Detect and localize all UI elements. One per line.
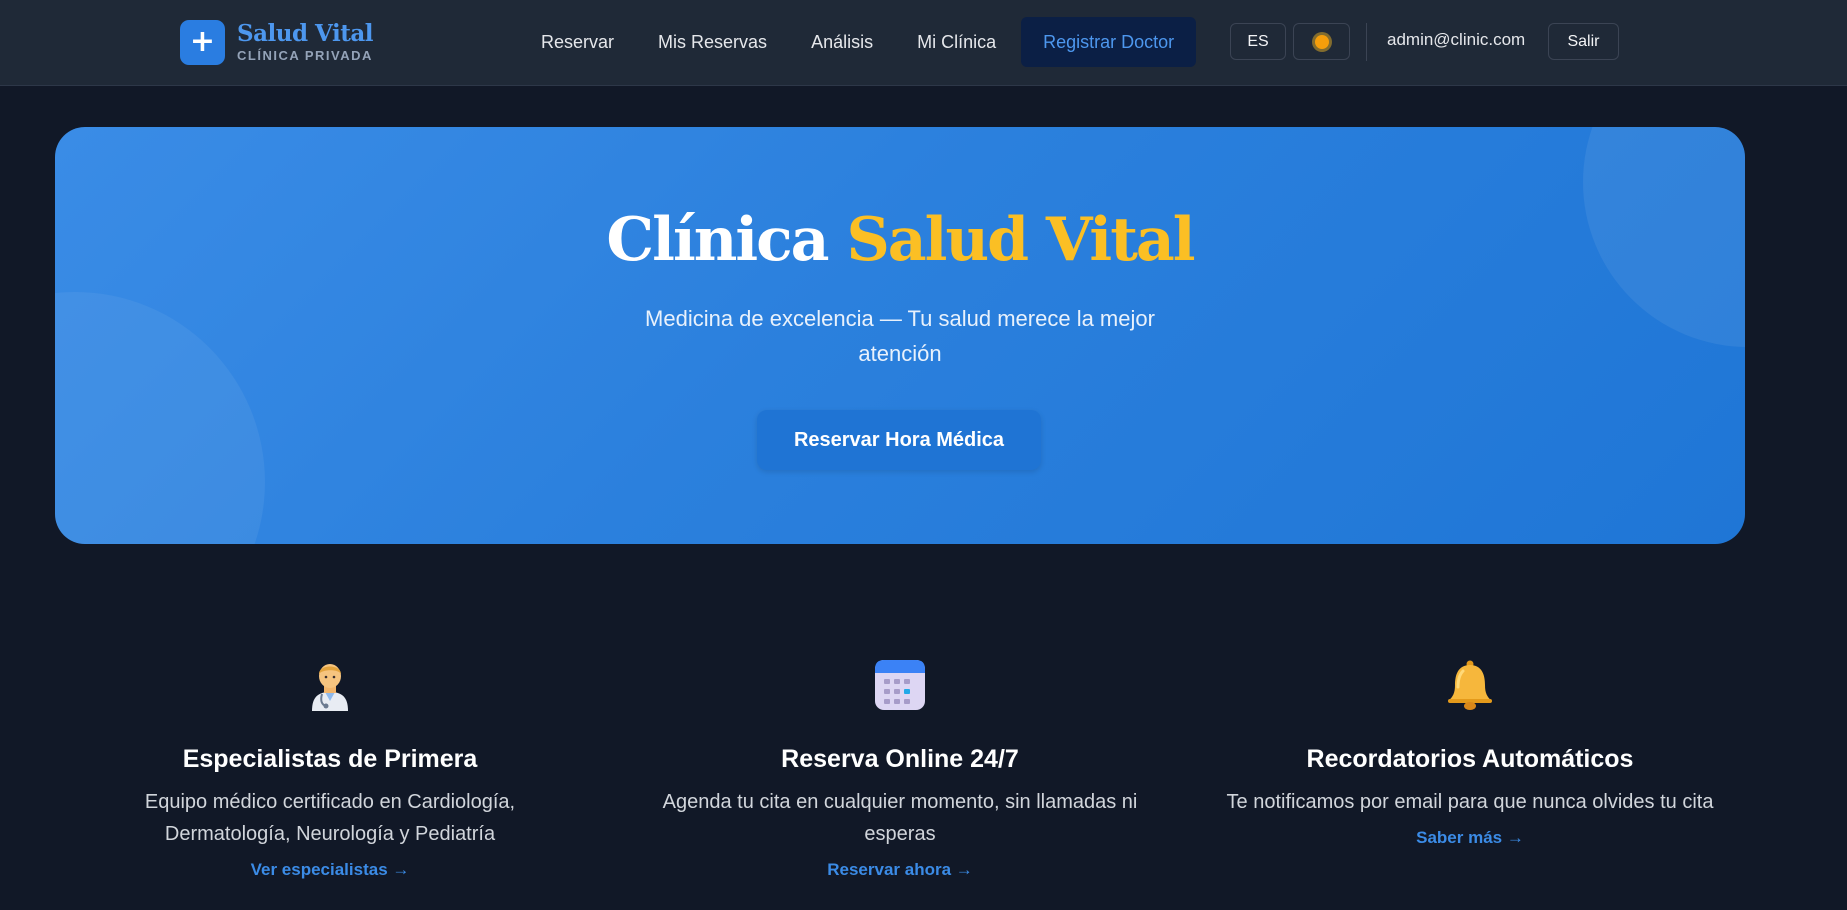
language-toggle-button[interactable]: ES (1230, 23, 1286, 60)
top-navbar: + Salud Vital CLÍNICA PRIVADA Reservar M… (0, 0, 1847, 86)
feature-title: Especialistas de Primera (182, 745, 478, 773)
brand-subtitle: CLÍNICA PRIVADA (237, 48, 373, 63)
nav-link-mis-reservas[interactable]: Mis Reservas (636, 17, 789, 67)
feature-card-reminders: Recordatorios Automáticos Te notificamos… (1190, 655, 1750, 848)
calendar-icon (620, 655, 1180, 715)
hero-title: Clínica Salud Vital (55, 205, 1745, 275)
cross-logo-icon: + (180, 19, 225, 65)
feature-description: Te notificamos por email para que nunca … (1226, 791, 1714, 813)
brand-name: Salud Vital (237, 20, 374, 47)
book-appointment-button[interactable]: Reservar Hora Médica (757, 410, 1041, 470)
feature-description: Agenda tu cita en cualquier momento, sin… (662, 791, 1138, 845)
learn-more-link[interactable]: Saber más → (1416, 828, 1524, 848)
nav-link-mi-clinica[interactable]: Mi Clínica (895, 17, 1018, 67)
feature-card-online-booking: Reserva Online 24/7 Agenda tu cita en cu… (620, 655, 1180, 880)
nav-divider (1366, 23, 1367, 61)
nav-link-reservar[interactable]: Reservar (519, 17, 636, 67)
feature-card-specialists: Especialistas de Primera Equipo médico c… (50, 655, 610, 880)
user-email: admin@clinic.com (1387, 30, 1526, 49)
hero-title-accent: Salud Vital (846, 205, 1195, 275)
bell-icon (1190, 655, 1750, 715)
nav-link-analisis[interactable]: Análisis (789, 17, 895, 67)
hero-banner: Clínica Salud Vital Medicina de excelenc… (55, 127, 1745, 544)
nav-link-registrar-doctor[interactable]: Registrar Doctor (1021, 17, 1197, 67)
logout-button[interactable]: Salir (1548, 23, 1619, 60)
view-specialists-link[interactable]: Ver especialistas → (251, 860, 410, 880)
main-nav: Reservar Mis Reservas Análisis Mi Clínic… (519, 17, 1197, 67)
brand-home-link[interactable]: + Salud Vital CLÍNICA PRIVADA (180, 19, 374, 65)
brand-text: Salud Vital CLÍNICA PRIVADA (237, 20, 374, 63)
feature-title: Recordatorios Automáticos (1306, 745, 1634, 773)
doctor-icon (50, 655, 610, 715)
book-now-link[interactable]: Reservar ahora → (827, 860, 973, 880)
decorative-circle-left (55, 292, 265, 544)
hero-title-main: Clínica (606, 205, 829, 275)
hero-subtitle: Medicina de excelencia — Tu salud merece… (645, 306, 1155, 366)
sun-icon (1314, 34, 1329, 49)
feature-title: Reserva Online 24/7 (781, 745, 1019, 773)
feature-description: Equipo médico certificado en Cardiología… (144, 791, 516, 845)
theme-toggle-button[interactable] (1293, 23, 1350, 60)
